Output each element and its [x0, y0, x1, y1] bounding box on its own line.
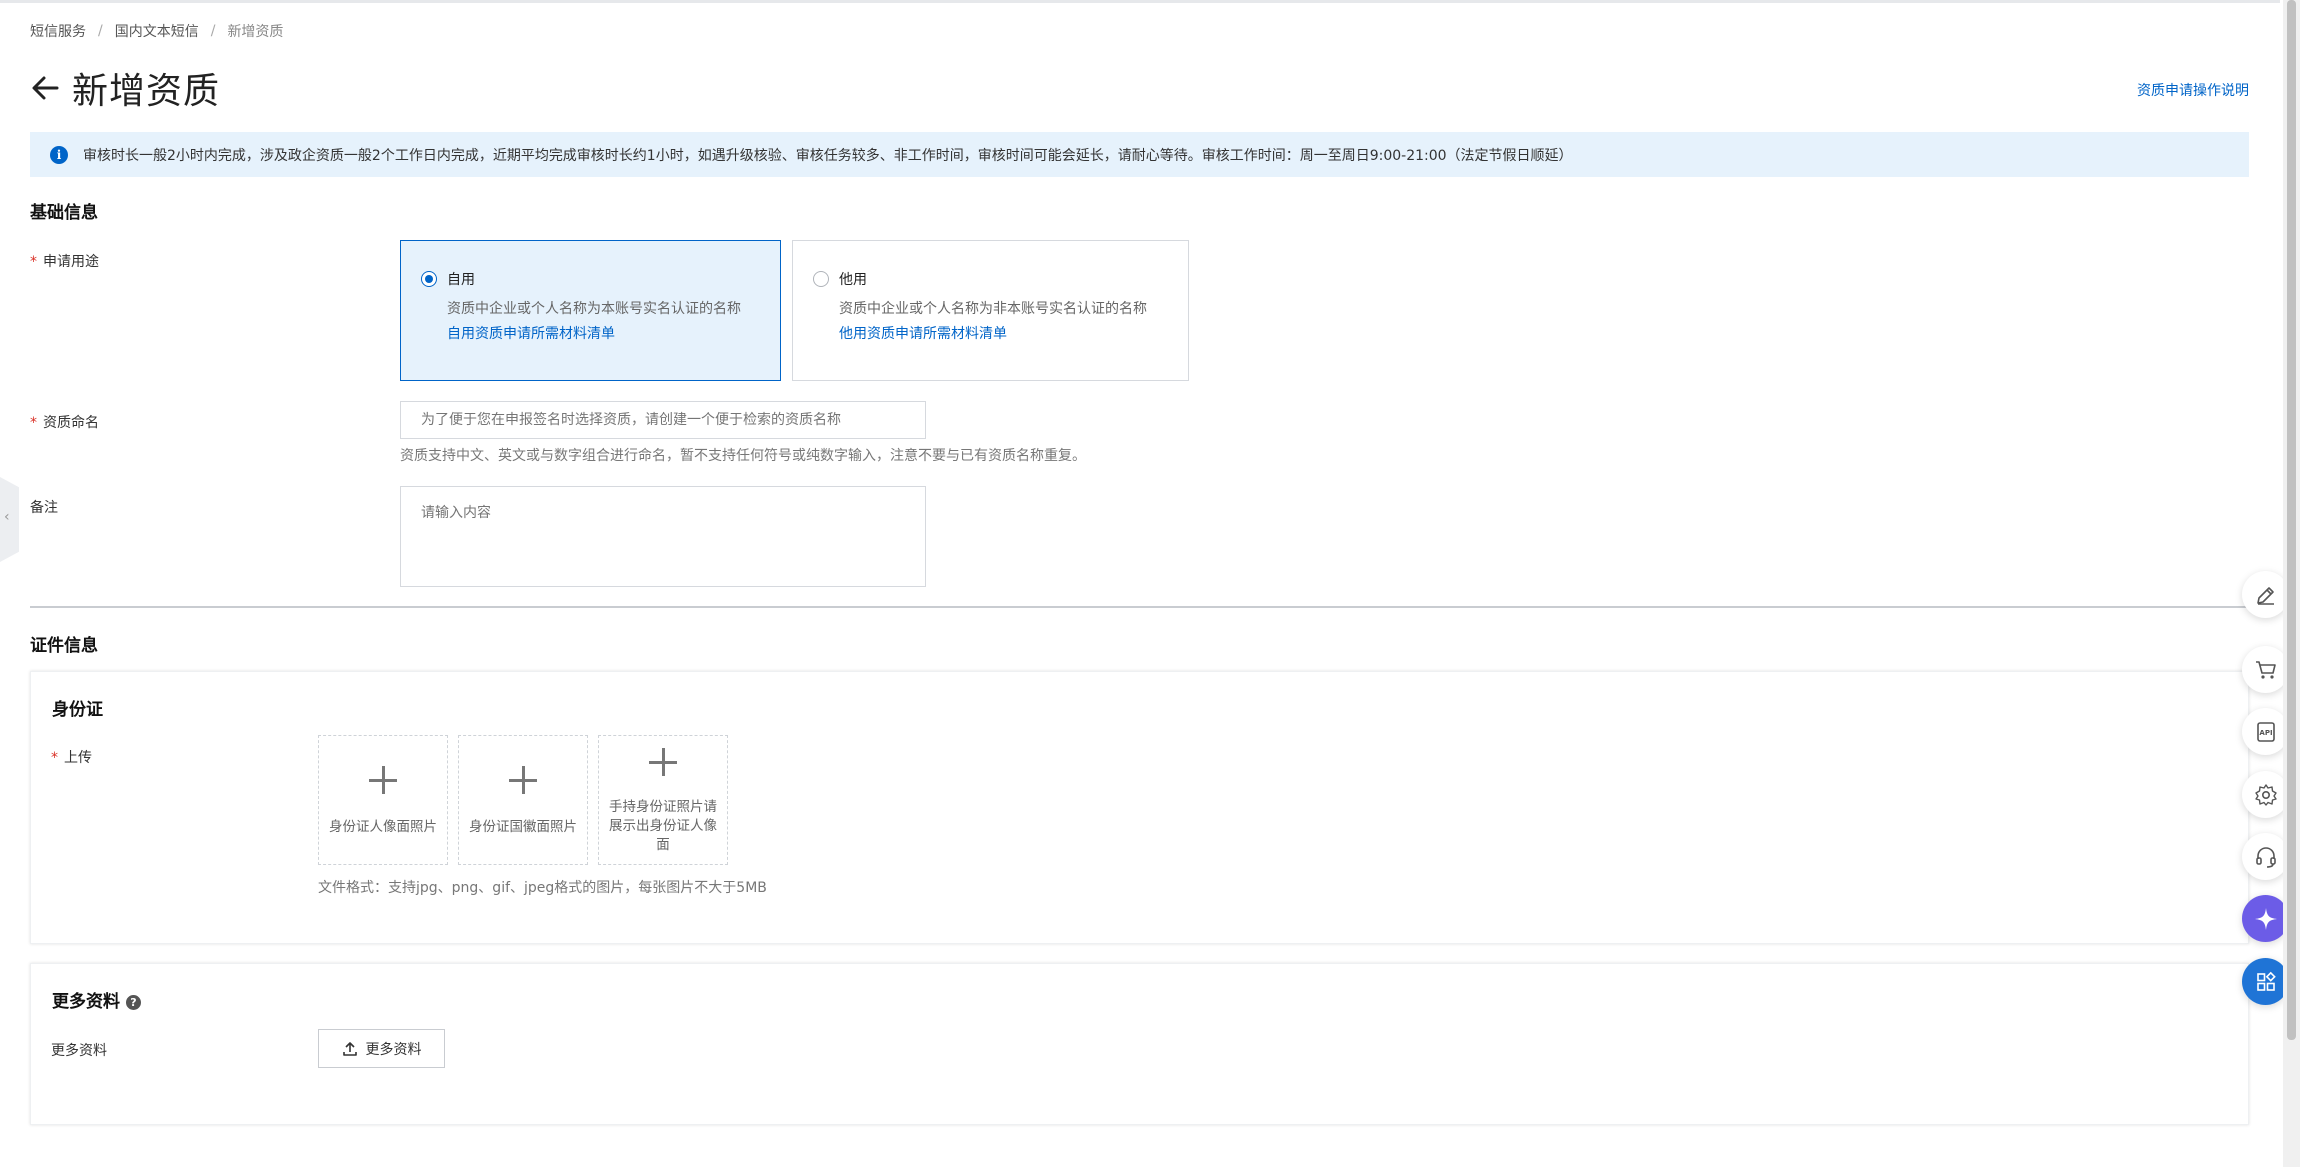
- breadcrumb-current: 新增资质: [227, 24, 284, 40]
- upload-more-button[interactable]: 更多资料: [318, 1029, 445, 1068]
- others-materials-link[interactable]: 他用资质申请所需材料清单: [839, 323, 1007, 343]
- page-header: 新增资质: [30, 62, 220, 114]
- self-materials-link[interactable]: 自用资质申请所需材料清单: [447, 323, 615, 343]
- usage-option-desc: 资质中企业或个人名称为本账号实名认证的名称: [447, 301, 741, 317]
- breadcrumb-item-sms-service[interactable]: 短信服务: [30, 21, 86, 41]
- name-hint: 资质支持中文、英文或与数字组合进行命名，暂不支持任何符号或纯数字输入，注意不要与…: [400, 448, 1086, 464]
- upload-caption: 身份证人像面照片: [329, 819, 437, 835]
- upload-caption: 手持身份证照片请展示出身份证人像面: [609, 799, 717, 853]
- upload-more-button-label: 更多资料: [365, 1041, 422, 1058]
- more-materials-title-text: 更多资料: [52, 992, 120, 1012]
- usage-option-self[interactable]: 自用 资质中企业或个人名称为本账号实名认证的名称 自用资质申请所需材料清单: [400, 240, 781, 381]
- help-guide-link[interactable]: 资质申请操作说明: [2137, 80, 2249, 100]
- upload-id-handheld[interactable]: 手持身份证照片请展示出身份证人像面: [598, 735, 728, 865]
- section-divider: [30, 606, 2249, 608]
- support-icon: [2255, 846, 2276, 868]
- cart-icon: [2255, 660, 2276, 679]
- remark-label: 备注: [30, 500, 58, 516]
- qualification-name-input[interactable]: [400, 401, 926, 439]
- settings-icon: [2254, 783, 2277, 806]
- upload-id-front[interactable]: 身份证人像面照片: [318, 735, 448, 865]
- edit-float-button[interactable]: [2242, 571, 2289, 618]
- plus-icon: [369, 766, 397, 794]
- remark-textarea[interactable]: [400, 486, 926, 587]
- breadcrumb-item-domestic-sms[interactable]: 国内文本短信: [115, 21, 199, 41]
- required-mark: *: [51, 750, 58, 766]
- side-collapse-tab[interactable]: ‹: [0, 477, 19, 562]
- breadcrumb: 短信服务 / 国内文本短信 / 新增资质: [30, 21, 283, 41]
- support-float-button[interactable]: [2242, 833, 2289, 880]
- plus-icon: [509, 766, 537, 794]
- name-label: * 资质命名: [30, 412, 99, 432]
- upload-id-back[interactable]: 身份证国徽面照片: [458, 735, 588, 865]
- usage-label: * 申请用途: [30, 251, 99, 271]
- ai-assistant-float-button[interactable]: [2242, 895, 2289, 942]
- scrollbar-thumb[interactable]: [2287, 0, 2296, 1040]
- usage-option-desc: 资质中企业或个人名称为非本账号实名认证的名称: [839, 301, 1147, 317]
- upload-icon: [342, 1041, 357, 1056]
- name-label-text: 资质命名: [43, 415, 99, 431]
- question-icon[interactable]: ?: [126, 995, 141, 1010]
- cert-info-title: 证件信息: [30, 636, 98, 656]
- file-format-hint: 文件格式：支持jpg、png、gif、jpeg格式的图片，每张图片不大于5MB: [318, 880, 767, 896]
- upload-caption: 身份证国徽面照片: [469, 819, 577, 835]
- breadcrumb-separator: /: [98, 23, 103, 39]
- plus-icon: [649, 748, 677, 776]
- usage-option-title: 他用: [839, 272, 867, 288]
- ai-assistant-icon: [2254, 907, 2277, 930]
- usage-option-title: 自用: [447, 272, 475, 288]
- upload-label: * 上传: [51, 747, 92, 767]
- cart-float-button[interactable]: [2242, 646, 2289, 693]
- breadcrumb-separator: /: [210, 23, 216, 39]
- apps-icon: [2256, 971, 2276, 991]
- back-arrow-icon[interactable]: [30, 73, 60, 103]
- usage-label-text: 申请用途: [43, 254, 99, 270]
- top-border: [0, 0, 2280, 3]
- settings-float-button[interactable]: [2242, 771, 2289, 818]
- radio-others[interactable]: [813, 271, 829, 287]
- apps-float-button[interactable]: [2242, 958, 2289, 1005]
- page-scrollbar[interactable]: [2283, 0, 2300, 1167]
- chevron-left-icon: ‹: [4, 509, 10, 525]
- more-materials-label: 更多资料: [51, 1043, 107, 1059]
- review-notice: i 审核时长一般2小时内完成，涉及政企资质一般2个工作日内完成，近期平均完成审核…: [30, 132, 2249, 177]
- page-title: 新增资质: [72, 71, 221, 112]
- basic-info-title: 基础信息: [30, 203, 98, 223]
- notice-text: 审核时长一般2小时内完成，涉及政企资质一般2个工作日内完成，近期平均完成审核时长…: [83, 147, 1573, 164]
- edit-icon: [2256, 586, 2274, 605]
- id-card-title: 身份证: [52, 700, 103, 720]
- more-materials-title: 更多资料?: [52, 987, 141, 1012]
- required-mark: *: [30, 254, 37, 270]
- required-mark: *: [30, 415, 37, 431]
- usage-option-others[interactable]: 他用 资质中企业或个人名称为非本账号实名认证的名称 他用资质申请所需材料清单: [792, 240, 1189, 381]
- api-icon: API: [2256, 721, 2275, 742]
- svg-text:API: API: [2259, 729, 2272, 737]
- api-float-button[interactable]: API: [2242, 708, 2289, 755]
- radio-self[interactable]: [421, 271, 437, 287]
- info-icon: i: [50, 145, 68, 164]
- upload-label-text: 上传: [64, 750, 92, 766]
